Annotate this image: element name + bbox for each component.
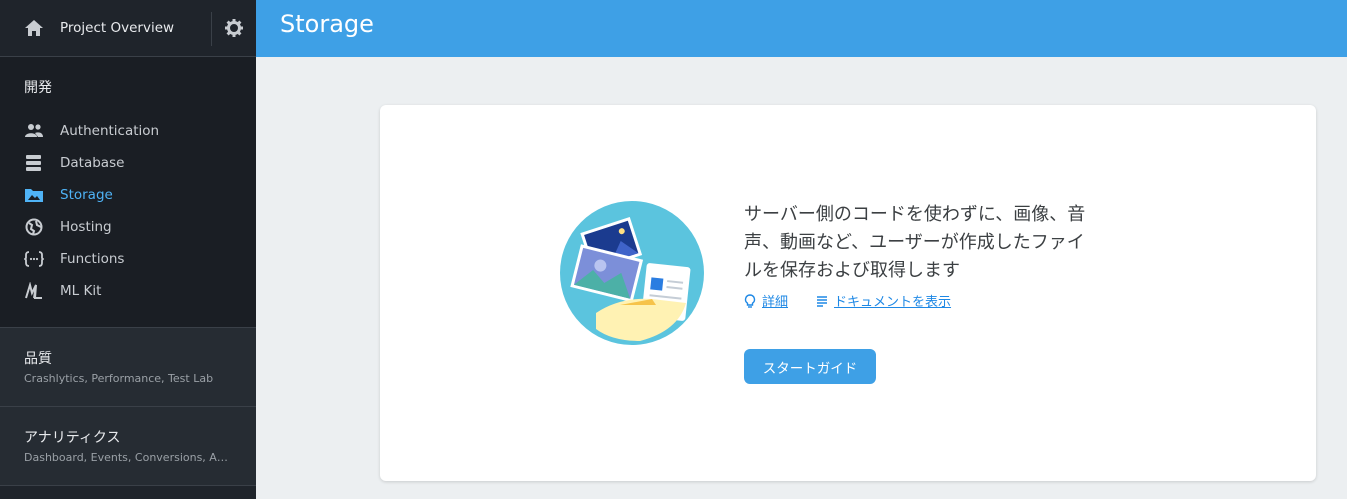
sidebar-item-label: Hosting: [60, 219, 112, 235]
sidebar-item-functions[interactable]: Functions: [0, 243, 256, 275]
page-title: Storage: [280, 10, 374, 38]
develop-section: 開発 Authentication Database Storage Hosti…: [0, 57, 256, 328]
docs-link[interactable]: ドキュメントを表示: [816, 291, 951, 310]
quality-subtitle: Crashlytics, Performance, Test Lab: [24, 372, 214, 385]
storage-illustration-icon: [560, 201, 704, 345]
develop-title: 開発: [24, 80, 52, 96]
sidebar-item-label: Database: [60, 155, 125, 171]
storage-intro-card: サーバー側のコードを使わずに、画像、音 声、動画など、ユーザーが作成したファイ …: [380, 105, 1316, 481]
sidebar-item-storage[interactable]: Storage: [0, 179, 256, 211]
quality-section[interactable]: 品質 Crashlytics, Performance, Test Lab: [0, 328, 256, 407]
home-icon: [25, 20, 43, 36]
people-icon: [25, 124, 43, 137]
sidebar-item-label: ML Kit: [60, 283, 102, 299]
analytics-title: アナリティクス: [24, 430, 121, 446]
sidebar: Project Overview 開発 Authentication Datab…: [0, 0, 256, 499]
document-lines-icon: [817, 295, 828, 307]
sidebar-item-label: Storage: [60, 187, 113, 203]
analytics-subtitle: Dashboard, Events, Conversions, Audience…: [24, 451, 234, 464]
analytics-section[interactable]: アナリティクス Dashboard, Events, Conversions, …: [0, 407, 256, 486]
page-header: Storage: [256, 0, 1347, 57]
globe-icon: [25, 218, 43, 236]
details-link[interactable]: 詳細: [744, 291, 788, 310]
divider: [211, 12, 212, 46]
description-line: ルを保存および取得します: [744, 260, 960, 281]
ml-kit-icon: [25, 282, 42, 299]
project-overview-row[interactable]: Project Overview: [0, 0, 256, 57]
gear-icon[interactable]: [224, 18, 244, 38]
sidebar-item-label: Authentication: [60, 123, 160, 139]
quality-title: 品質: [24, 351, 52, 367]
sidebar-item-ml-kit[interactable]: ML Kit: [0, 275, 256, 307]
storage-description: サーバー側のコードを使わずに、画像、音 声、動画など、ユーザーが作成したファイ …: [744, 201, 1144, 285]
card-links: 詳細 ドキュメントを表示: [744, 291, 951, 310]
functions-icon: [24, 251, 44, 267]
sidebar-item-database[interactable]: Database: [0, 147, 256, 179]
database-icon: [26, 155, 41, 171]
sidebar-item-authentication[interactable]: Authentication: [0, 115, 256, 147]
description-line: 声、動画など、ユーザーが作成したファイ: [744, 232, 1085, 253]
sidebar-item-hosting[interactable]: Hosting: [0, 211, 256, 243]
get-started-button[interactable]: スタートガイド: [744, 349, 876, 384]
docs-link-label[interactable]: ドキュメントを表示: [834, 291, 951, 310]
folder-image-icon: [25, 189, 43, 202]
lightbulb-icon: [744, 293, 756, 308]
description-line: サーバー側のコードを使わずに、画像、音: [744, 204, 1086, 225]
project-overview-label[interactable]: Project Overview: [60, 20, 174, 36]
sidebar-item-label: Functions: [60, 251, 125, 267]
details-link-label[interactable]: 詳細: [762, 291, 788, 310]
